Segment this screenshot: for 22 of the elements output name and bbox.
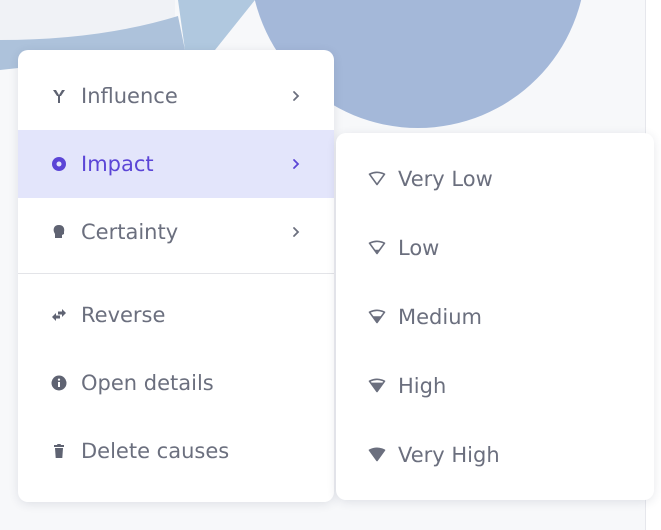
trash-icon <box>51 443 67 459</box>
fork-icon <box>51 88 67 104</box>
signal-level-icon <box>368 170 386 186</box>
info-icon <box>51 375 67 391</box>
menu-item[interactable]: Very High <box>336 420 654 489</box>
menu-item[interactable]: Open details <box>18 349 334 417</box>
menu-item[interactable]: Influence <box>18 62 334 130</box>
signal-level-icon <box>368 240 386 256</box>
swap-arrows-icon <box>51 307 67 323</box>
signal-level-icon <box>368 446 386 462</box>
menu-item[interactable]: Reverse <box>18 281 334 349</box>
signal-level-icon <box>368 308 386 324</box>
menu-item[interactable]: Delete causes <box>18 417 334 485</box>
signal-level-icon <box>368 378 386 394</box>
menu-item[interactable]: Very Low <box>336 144 654 213</box>
menu-item[interactable]: High <box>336 351 654 420</box>
menu-item[interactable]: Impact <box>18 130 334 198</box>
menu-item[interactable]: Certainty <box>18 198 334 266</box>
menu-item[interactable]: Medium <box>336 282 654 351</box>
head-icon <box>51 224 67 240</box>
menu-item[interactable]: Low <box>336 213 654 282</box>
target-icon <box>51 156 67 172</box>
